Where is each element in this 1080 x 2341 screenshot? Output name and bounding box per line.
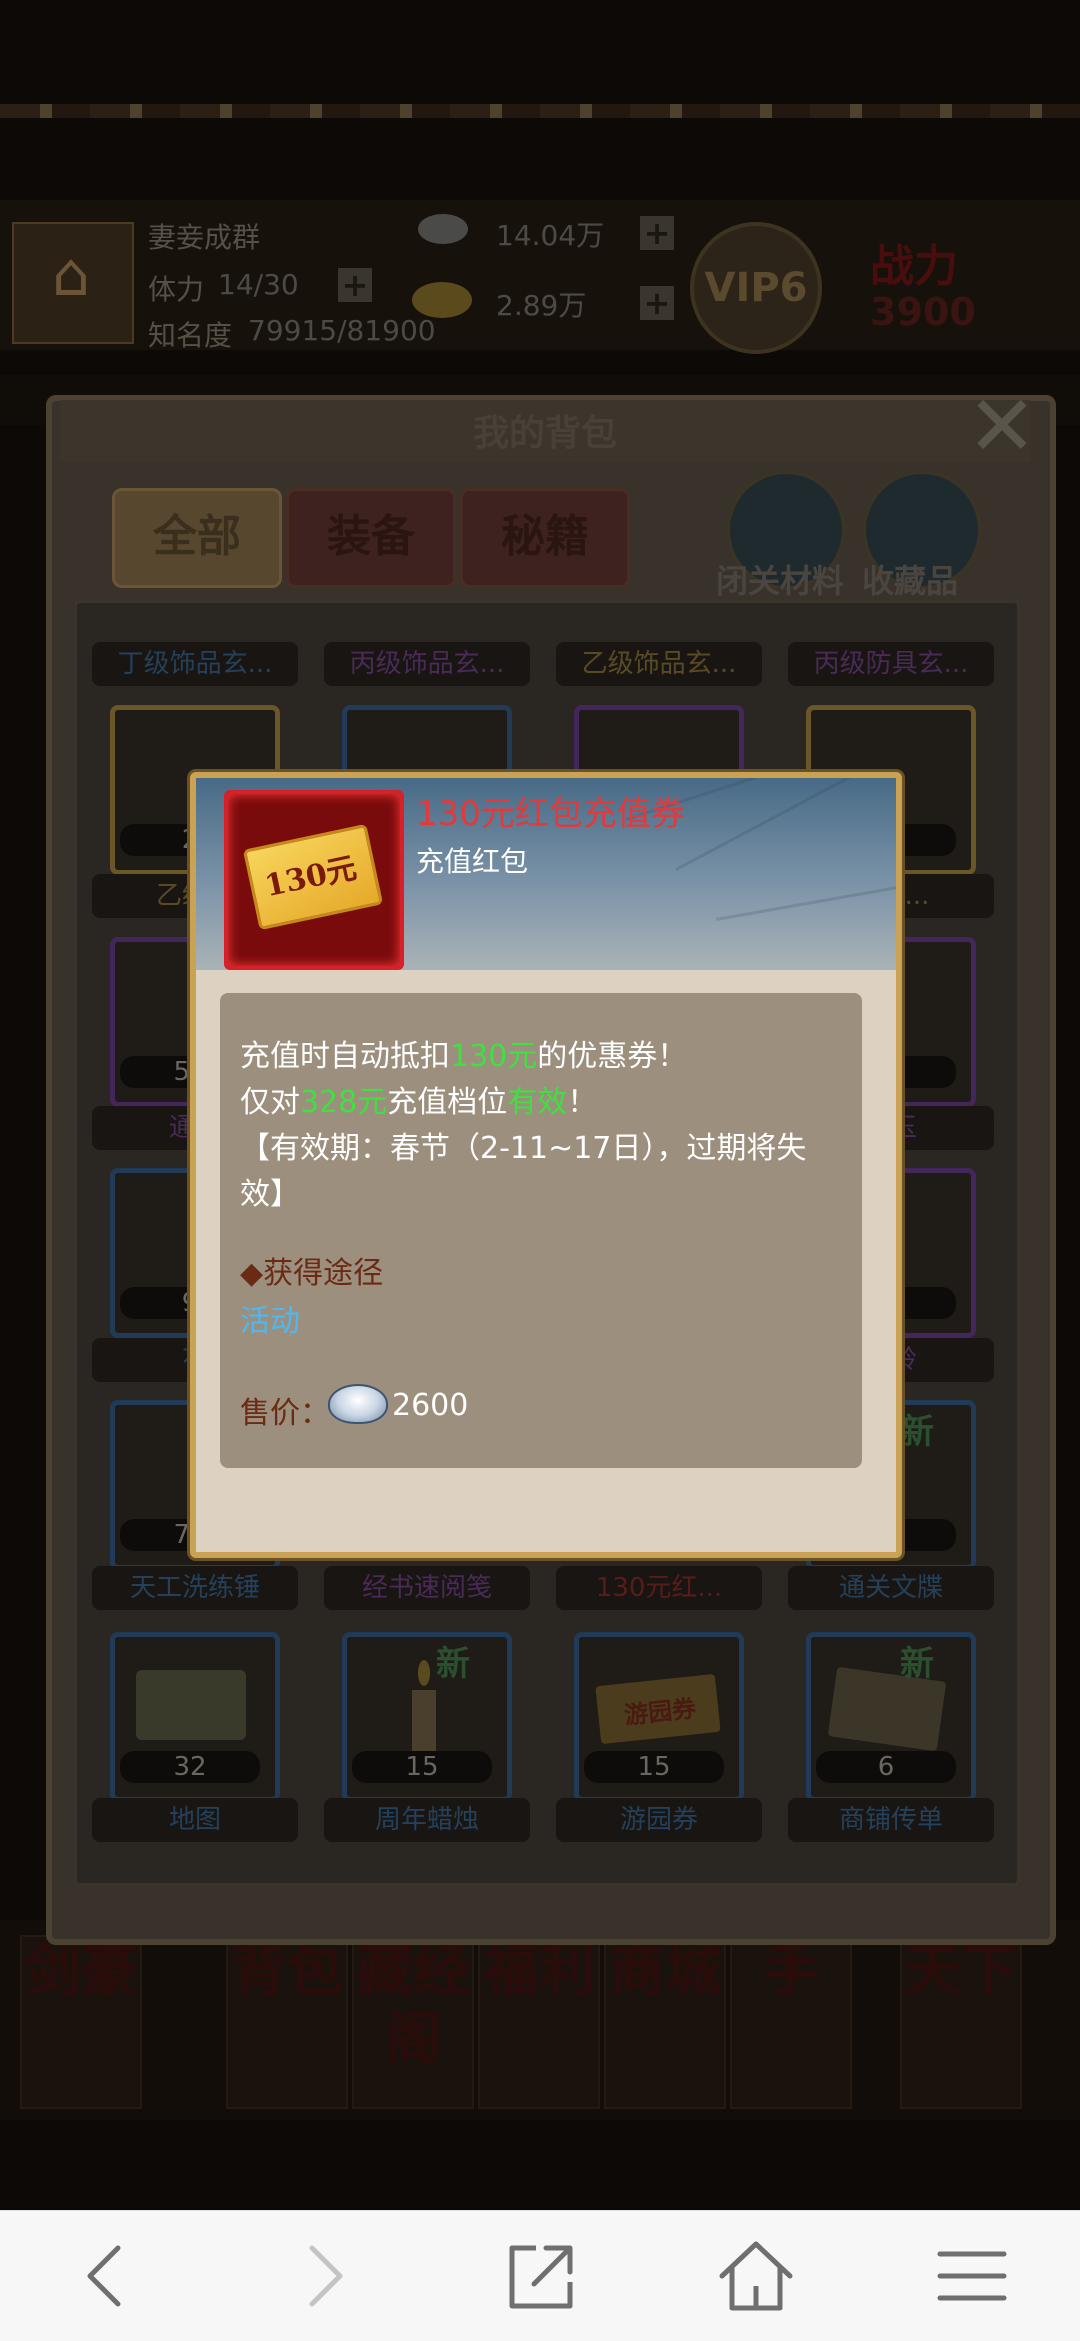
new-tag: 新 [900, 1412, 934, 1452]
seclusion-materials-label: 闭关材料 [716, 562, 845, 600]
nav-tab-sword[interactable]: 剑豪 [20, 1935, 142, 2109]
bamboo-decoration [715, 883, 896, 921]
item-count: 15 [352, 1751, 492, 1783]
nav-tab-world[interactable]: 天下 [900, 1935, 1022, 2109]
tab-equipment[interactable]: 装备 [286, 488, 456, 588]
item-name: 经书速阅笺 [324, 1566, 530, 1610]
sell-price-label: 售价： [240, 1396, 330, 1431]
description-text: 充值档位 [387, 1085, 508, 1120]
top-decoration-strip [0, 104, 1080, 118]
item-name: 商铺传单 [788, 1798, 994, 1842]
forward-icon[interactable] [272, 2226, 372, 2326]
collectibles-label: 收藏品 [862, 562, 959, 600]
new-tag: 新 [436, 1644, 470, 1684]
candle-icon [412, 1690, 436, 1760]
highlight-amount: 328元 [300, 1085, 388, 1120]
gold-amount: 2.89万 [496, 289, 587, 322]
back-icon[interactable] [58, 2226, 158, 2326]
item-name: 丙级饰品玄... [324, 642, 530, 686]
description-text: 仅对 [240, 1085, 300, 1120]
close-icon[interactable]: ✕ [962, 384, 1042, 468]
description-line-2: 仅对328元充值档位有效！ [240, 1080, 840, 1126]
acquire-source-title: ◆获得途径 [240, 1256, 384, 1291]
item-name: 游园券 [556, 1798, 762, 1842]
item-count: 6 [816, 1751, 956, 1783]
bag-title: 我的背包 [472, 413, 617, 454]
item-name: 丁级饰品玄... [92, 642, 298, 686]
house-icon: ⌂ [51, 240, 91, 310]
description-text: ！ [567, 1085, 598, 1120]
description-text: 充值时自动抵扣 [240, 1039, 450, 1074]
fame-label: 知名度 [148, 319, 233, 352]
item-name: 乙级饰品玄... [556, 642, 762, 686]
power-icon: 战力 [870, 241, 958, 292]
item-type: 充值红包 [416, 845, 529, 878]
menu-icon[interactable] [922, 2226, 1022, 2326]
map-icon [136, 1670, 246, 1740]
item-name: 天工洗练锤 [92, 1566, 298, 1610]
add-stamina-button[interactable]: + [338, 268, 372, 302]
nav-tab-bag[interactable]: 背包 [226, 1935, 348, 2109]
nav-tab-library[interactable]: 藏经阁 [352, 1935, 474, 2109]
player-name: 妻妾成群 [148, 221, 261, 254]
item-name: 周年蜡烛 [324, 1798, 530, 1842]
item-name: 地图 [92, 1798, 298, 1842]
add-silver-button[interactable]: + [640, 216, 674, 250]
nav-tab-hand[interactable]: 手 [730, 1935, 852, 2109]
new-tag: 新 [900, 1644, 934, 1684]
silver-amount: 14.04万 [496, 219, 605, 252]
item-name: 130元红... [556, 1566, 762, 1610]
add-gold-button[interactable]: + [640, 286, 674, 320]
flame-icon [418, 1660, 430, 1686]
description-line-1: 充值时自动抵扣130元的优惠券！ [240, 1034, 840, 1080]
stamina-label: 体力 [148, 273, 205, 306]
highlight-amount: 130元 [450, 1039, 538, 1074]
tab-manuals[interactable]: 秘籍 [460, 488, 630, 588]
highlight-valid: 有效 [507, 1085, 568, 1120]
tab-all[interactable]: 全部 [112, 488, 282, 588]
nav-tab-mall[interactable]: 商城 [604, 1935, 726, 2109]
home-icon[interactable] [706, 2226, 806, 2326]
item-title: 130元红包充值券 [416, 794, 685, 834]
item-name: 通关文牒 [788, 1566, 994, 1610]
fame-value: 79915/81900 [248, 314, 436, 347]
silver-ingot-icon [418, 214, 468, 244]
stamina-value: 14/30 [218, 268, 299, 301]
power-value-icon: 3900 [870, 290, 976, 334]
item-count: 32 [120, 1751, 260, 1783]
description-line-3: 【有效期：春节（2-11~17日），过期将失 [240, 1131, 807, 1166]
description-text: 的优惠券！ [537, 1039, 688, 1074]
item-name: 丙级防具玄... [788, 642, 994, 686]
acquire-source-link[interactable]: 活动 [240, 1296, 300, 1340]
gold-ingot-icon [412, 282, 472, 318]
item-count: 15 [584, 1751, 724, 1783]
silver-ingot-icon [328, 1384, 388, 1424]
vip-badge[interactable]: VIP6 [690, 222, 822, 354]
description-line-4: 效】 [240, 1177, 300, 1212]
share-icon[interactable] [490, 2226, 590, 2326]
sell-price-value: 2600 [392, 1388, 469, 1423]
nav-tab-welfare[interactable]: 福利 [478, 1935, 600, 2109]
